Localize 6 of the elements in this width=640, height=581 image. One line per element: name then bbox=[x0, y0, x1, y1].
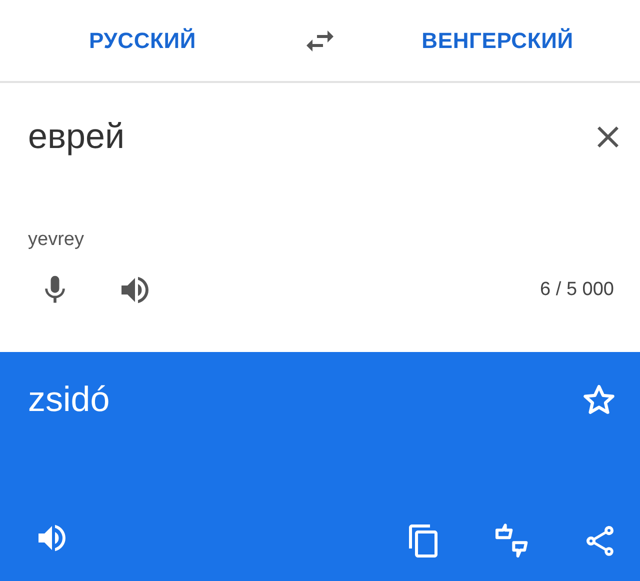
source-language-button[interactable]: РУССКИЙ bbox=[81, 22, 204, 60]
character-counter: 6 / 5 000 bbox=[540, 279, 614, 301]
transliteration-text: yevrey bbox=[28, 229, 85, 251]
translation-text: zsidó bbox=[28, 380, 110, 420]
target-language-button[interactable]: ВЕНГЕРСКИЙ bbox=[414, 22, 582, 60]
source-text[interactable]: еврей bbox=[28, 117, 125, 157]
